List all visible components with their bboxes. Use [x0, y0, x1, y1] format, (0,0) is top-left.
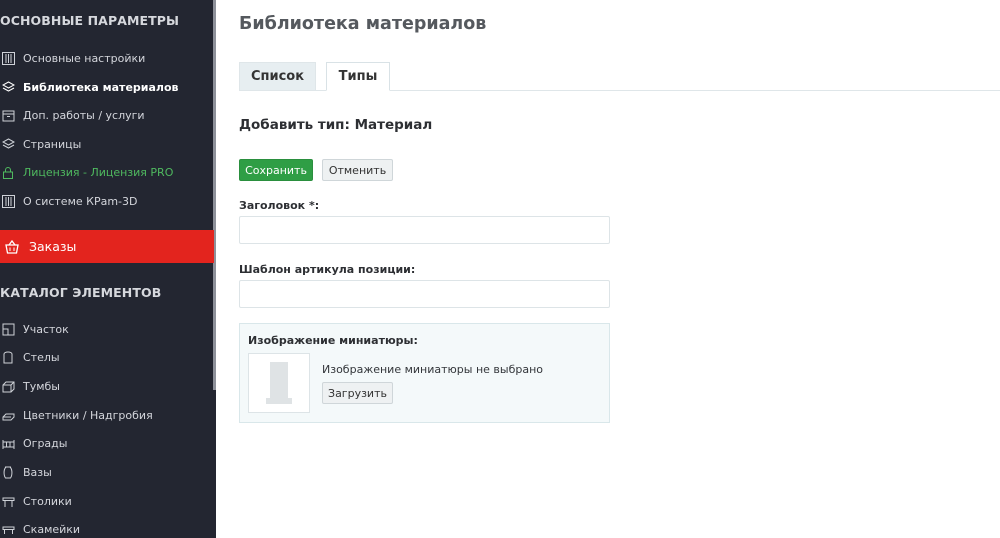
sidebar-item-benches[interactable]: Скамейки	[0, 516, 212, 538]
bench-icon	[1, 522, 15, 536]
sidebar-item-flowerbeds[interactable]: Цветники / Надгробия	[0, 402, 212, 428]
fence-icon	[1, 436, 15, 450]
sidebar-item-label: Тумбы	[23, 379, 60, 393]
sidebar-item-orders[interactable]: Заказы	[0, 230, 214, 263]
sidebar-item-label: Лицензия - Лицензия PRO	[23, 165, 174, 179]
sidebar-item-label: Доп. работы / услуги	[23, 108, 145, 122]
sidebar-section-title-catalog: КАТАЛОГ ЭЛЕМЕНТОВ	[0, 285, 162, 300]
sidebar-item-label: Основные настройки	[23, 51, 146, 65]
thumbnail-placeholder-icon	[248, 353, 310, 413]
sidebar-item-label: Страницы	[23, 137, 82, 151]
sidebar-item-license[interactable]: Лицензия - Лицензия PRO	[0, 159, 212, 185]
sidebar-item-tables[interactable]: Столики	[0, 488, 212, 514]
sidebar-item-label: О системе КРam-3D	[23, 194, 138, 208]
upload-button[interactable]: Загрузить	[322, 382, 393, 404]
sidebar-item-steles[interactable]: Стелы	[0, 344, 212, 370]
title-field[interactable]	[239, 216, 610, 244]
sidebar-item-materials-library[interactable]: Библиотека материалов	[0, 74, 212, 100]
sidebar-item-label: Ограды	[23, 436, 68, 450]
cancel-button[interactable]: Отменить	[322, 159, 393, 181]
box-icon	[1, 108, 15, 122]
article-template-field[interactable]	[239, 280, 610, 308]
basket-icon	[4, 239, 20, 255]
sliders-icon	[1, 51, 15, 65]
sidebar-item-label: Цветники / Надгробия	[23, 408, 153, 422]
sidebar-item-pedestals[interactable]: Тумбы	[0, 373, 212, 399]
pedestal-icon	[1, 379, 15, 393]
lock-icon	[1, 165, 15, 179]
sidebar-item-label: Библиотека материалов	[23, 80, 179, 94]
flowerbed-icon	[1, 408, 15, 422]
sidebar-item-main-settings[interactable]: Основные настройки	[0, 45, 212, 71]
page-title: Библиотека материалов	[239, 14, 487, 34]
main-content: Библиотека материалов Список Типы Добави…	[216, 0, 1000, 538]
sidebar-item-pages[interactable]: Страницы	[0, 131, 212, 157]
tab-list[interactable]: Список	[239, 62, 316, 90]
sidebar-item-label: Скамейки	[23, 522, 81, 536]
thumbnail-panel: Изображение миниатюры: Изображение миниа…	[239, 323, 610, 423]
sidebar-item-label: Участок	[23, 322, 69, 336]
sidebar-item-label: Стелы	[23, 350, 60, 364]
sidebar-item-label: Столики	[23, 494, 72, 508]
tab-types[interactable]: Типы	[326, 62, 390, 91]
table-icon	[1, 494, 15, 508]
article-template-label: Шаблон артикула позиции:	[239, 263, 416, 276]
sidebar-item-label: Вазы	[23, 465, 52, 479]
sidebar-item-label: Заказы	[29, 239, 77, 254]
thumbnail-title: Изображение миниатюры:	[248, 334, 418, 347]
layers-icon	[1, 80, 15, 94]
sidebar: ОСНОВНЫЕ ПАРАМЕТРЫ Основные настройки Би…	[0, 0, 216, 538]
sidebar-item-about[interactable]: О системе КРam-3D	[0, 188, 212, 214]
sidebar-item-extra-works[interactable]: Доп. работы / услуги	[0, 102, 212, 128]
stele-icon	[1, 350, 15, 364]
title-field-label: Заголовок *:	[239, 199, 320, 212]
vase-icon	[1, 465, 15, 479]
sidebar-item-vases[interactable]: Вазы	[0, 459, 212, 485]
sidebar-section-title-main: ОСНОВНЫЕ ПАРАМЕТРЫ	[0, 13, 180, 28]
sidebar-item-plot[interactable]: Участок	[0, 316, 212, 342]
thumbnail-status: Изображение миниатюры не выбрано	[322, 363, 544, 376]
sidebar-item-fences[interactable]: Ограды	[0, 430, 212, 456]
sliders-icon	[1, 194, 15, 208]
plot-icon	[1, 322, 15, 336]
form-title: Добавить тип: Материал	[239, 117, 433, 133]
save-button[interactable]: Сохранить	[239, 159, 313, 181]
layers-icon	[1, 137, 15, 151]
